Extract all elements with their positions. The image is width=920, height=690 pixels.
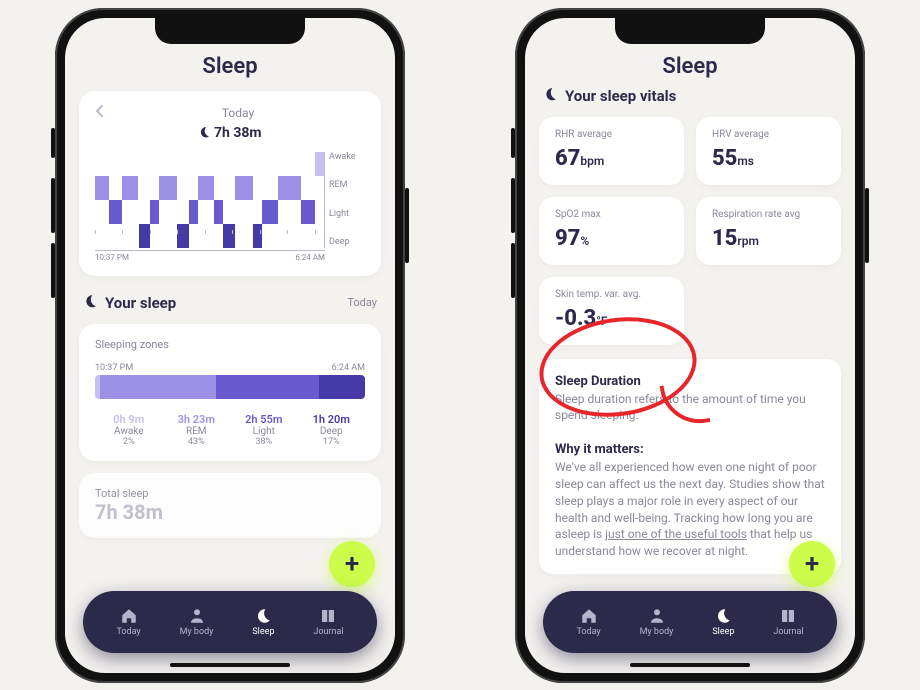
chart-end-time: 6:24 AM bbox=[295, 253, 325, 262]
vital-resp-label: Respiration rate avg bbox=[712, 209, 825, 220]
zones-start-time: 10:37 PM bbox=[95, 363, 133, 373]
vital-rhr-value: 67bpm bbox=[555, 146, 668, 171]
vital-skin-temp-value: -0.3°F bbox=[555, 306, 668, 331]
vital-rhr-label: RHR average bbox=[555, 129, 668, 140]
vital-hrv[interactable]: HRV average 55ms bbox=[696, 117, 841, 185]
vital-spo2-value: 97% bbox=[555, 226, 668, 251]
nav-my-body[interactable]: My body bbox=[180, 607, 214, 637]
vital-hrv-label: HRV average bbox=[712, 129, 825, 140]
vital-hrv-value: 55ms bbox=[712, 146, 825, 171]
info-heading-why: Why it matters: bbox=[555, 441, 825, 459]
zones-label: Sleeping zones bbox=[95, 338, 365, 351]
nav-today[interactable]: Today bbox=[576, 607, 600, 637]
sleeping-zones-card[interactable]: Sleeping zones 10:37 PM 6:24 AM 0h 9m bbox=[79, 324, 381, 461]
day-label: Today bbox=[111, 106, 365, 120]
vital-resp[interactable]: Respiration rate avg 15rpm bbox=[696, 197, 841, 265]
vital-rhr[interactable]: RHR average 67bpm bbox=[539, 117, 684, 185]
vital-spo2-label: SpO2 max bbox=[555, 209, 668, 220]
your-sleep-heading: Your sleep Today bbox=[83, 294, 377, 312]
phone-right: Sleep Your sleep vitals RHR average 67bp… bbox=[515, 8, 865, 683]
nav-sleep[interactable]: Sleep bbox=[252, 607, 274, 637]
sleep-duration-info-card[interactable]: Sleep Duration Sleep duration refers to … bbox=[539, 359, 841, 575]
nav-today[interactable]: Today bbox=[116, 607, 140, 637]
phone-left: Sleep Today 7h 38m bbox=[55, 8, 405, 683]
total-sleep-value: 7h 38m bbox=[95, 500, 365, 524]
home-icon bbox=[580, 607, 598, 625]
sleep-duration-summary: 7h 38m bbox=[95, 125, 365, 142]
stage-label-light: Light bbox=[329, 209, 365, 219]
vital-skin-temp[interactable]: Skin temp. var. avg. -0.3°F bbox=[539, 277, 684, 345]
zones-end-time: 6:24 AM bbox=[332, 363, 365, 373]
bottom-nav: Today My body Sleep Journal bbox=[543, 591, 837, 653]
info-body-duration: Sleep duration refers to the amount of t… bbox=[555, 391, 825, 425]
info-body-why: We've all experienced how even one night… bbox=[555, 459, 825, 560]
nav-journal[interactable]: Journal bbox=[773, 607, 803, 637]
book-icon bbox=[779, 607, 797, 625]
stage-label-awake: Awake bbox=[329, 152, 365, 162]
bottom-nav: Today My body Sleep Journal bbox=[83, 591, 377, 653]
person-icon bbox=[648, 607, 666, 625]
vital-spo2[interactable]: SpO2 max 97% bbox=[539, 197, 684, 265]
zone-light: 2h 55m Light 38% bbox=[230, 413, 298, 447]
sleep-stage-chart: Awake REM Light Deep 10:37 PM 6:24 AM bbox=[95, 152, 365, 262]
total-sleep-card[interactable]: Total sleep 7h 38m bbox=[79, 473, 381, 538]
zone-awake: 0h 9m Awake 2% bbox=[95, 413, 163, 447]
person-icon bbox=[188, 607, 206, 625]
your-sleep-vitals-heading: Your sleep vitals bbox=[543, 87, 837, 105]
vital-resp-value: 15rpm bbox=[712, 226, 825, 251]
home-icon bbox=[120, 607, 138, 625]
zones-bar bbox=[95, 375, 365, 399]
vital-skin-temp-label: Skin temp. var. avg. bbox=[555, 289, 668, 300]
chart-start-time: 10:37 PM bbox=[95, 253, 129, 262]
sleep-stages-card[interactable]: Today 7h 38m bbox=[79, 91, 381, 276]
stage-label-rem: REM bbox=[329, 180, 365, 190]
stage-label-deep: Deep bbox=[329, 237, 365, 247]
moon-icon bbox=[198, 126, 210, 142]
add-button[interactable]: + bbox=[329, 541, 375, 587]
info-heading-duration: Sleep Duration bbox=[555, 373, 825, 391]
zone-rem: 3h 23m REM 43% bbox=[163, 413, 231, 447]
nav-sleep[interactable]: Sleep bbox=[712, 607, 734, 637]
plus-icon: + bbox=[345, 549, 359, 579]
plus-icon: + bbox=[805, 549, 819, 579]
book-icon bbox=[319, 607, 337, 625]
add-button[interactable]: + bbox=[789, 541, 835, 587]
prev-day-chevron-icon[interactable] bbox=[95, 105, 103, 121]
nav-my-body[interactable]: My body bbox=[640, 607, 674, 637]
nav-journal[interactable]: Journal bbox=[313, 607, 343, 637]
total-sleep-label: Total sleep bbox=[95, 487, 365, 500]
moon-icon bbox=[714, 607, 732, 625]
moon-icon bbox=[254, 607, 272, 625]
zone-deep: 1h 20m Deep 17% bbox=[298, 413, 366, 447]
moon-icon bbox=[543, 87, 557, 105]
moon-icon bbox=[83, 294, 97, 312]
your-sleep-date: Today bbox=[347, 296, 377, 309]
